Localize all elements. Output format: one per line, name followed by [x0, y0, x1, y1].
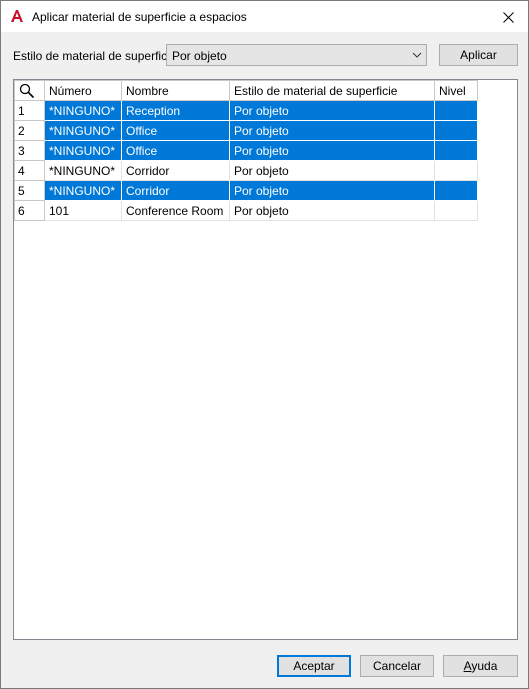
- cell-estilo[interactable]: Por objeto: [229, 160, 435, 181]
- cell-nombre[interactable]: Conference Room: [121, 200, 230, 221]
- cell-numero[interactable]: *NINGUNO*: [44, 140, 122, 161]
- cell-estilo[interactable]: Por objeto: [229, 180, 435, 201]
- ok-button[interactable]: Aceptar: [277, 655, 351, 677]
- surface-style-label: Estilo de material de superficie:: [13, 49, 180, 63]
- table-row[interactable]: 5 *NINGUNO* Corridor Por objeto: [14, 180, 478, 201]
- help-button-rest: yuda: [471, 659, 498, 673]
- cell-numero[interactable]: *NINGUNO*: [44, 120, 122, 141]
- cell-estilo[interactable]: Por objeto: [229, 140, 435, 161]
- cell-nombre[interactable]: Reception: [121, 100, 230, 121]
- row-index[interactable]: 4: [14, 160, 45, 181]
- help-button[interactable]: Ayuda: [443, 655, 518, 677]
- cell-nivel[interactable]: [434, 140, 478, 161]
- row-index[interactable]: 5: [14, 180, 45, 201]
- cell-estilo[interactable]: Por objeto: [229, 200, 435, 221]
- dialog-window: Aplicar material de superficie a espacio…: [0, 0, 529, 689]
- table-row[interactable]: 1 *NINGUNO* Reception Por objeto: [14, 100, 478, 121]
- cell-nombre[interactable]: Office: [121, 140, 230, 161]
- chevron-down-icon: [412, 52, 422, 58]
- row-index[interactable]: 3: [14, 140, 45, 161]
- window-title: Aplicar material de superficie a espacio…: [32, 10, 247, 24]
- cell-nivel[interactable]: [434, 180, 478, 201]
- close-icon: [502, 11, 514, 23]
- header-row: Número Nombre Estilo de material de supe…: [14, 80, 478, 101]
- cancel-button[interactable]: Cancelar: [360, 655, 434, 677]
- title-bar[interactable]: Aplicar material de superficie a espacio…: [1, 1, 528, 32]
- column-header-nombre[interactable]: Nombre: [121, 80, 230, 101]
- cell-nombre[interactable]: Corridor: [121, 180, 230, 201]
- spaces-grid: Número Nombre Estilo de material de supe…: [13, 79, 518, 640]
- cell-nivel[interactable]: [434, 160, 478, 181]
- cell-nivel[interactable]: [434, 120, 478, 141]
- search-header-button[interactable]: [14, 80, 45, 101]
- search-icon: [19, 83, 35, 98]
- column-header-nivel[interactable]: Nivel: [434, 80, 478, 101]
- row-index[interactable]: 6: [14, 200, 45, 221]
- table-row[interactable]: 4 *NINGUNO* Corridor Por objeto: [14, 160, 478, 181]
- column-header-estilo[interactable]: Estilo de material de superficie: [229, 80, 435, 101]
- autocad-a-icon: [11, 10, 23, 22]
- surface-style-dropdown[interactable]: Por objeto: [166, 44, 427, 66]
- cell-nivel[interactable]: [434, 200, 478, 221]
- table-row[interactable]: 2 *NINGUNO* Office Por objeto: [14, 120, 478, 141]
- cell-numero[interactable]: *NINGUNO*: [44, 160, 122, 181]
- cell-numero[interactable]: *NINGUNO*: [44, 100, 122, 121]
- table-row[interactable]: 6 101 Conference Room Por objeto: [14, 200, 478, 221]
- close-button[interactable]: [498, 7, 518, 27]
- table-row[interactable]: 3 *NINGUNO* Office Por objeto: [14, 140, 478, 161]
- row-index[interactable]: 2: [14, 120, 45, 141]
- apply-button[interactable]: Aplicar: [439, 44, 518, 66]
- cell-estilo[interactable]: Por objeto: [229, 120, 435, 141]
- cell-numero[interactable]: *NINGUNO*: [44, 180, 122, 201]
- surface-style-value: Por objeto: [172, 49, 227, 63]
- column-header-numero[interactable]: Número: [44, 80, 122, 101]
- cell-estilo[interactable]: Por objeto: [229, 100, 435, 121]
- cell-nombre[interactable]: Office: [121, 120, 230, 141]
- cell-nivel[interactable]: [434, 100, 478, 121]
- row-index[interactable]: 1: [14, 100, 45, 121]
- cell-nombre[interactable]: Corridor: [121, 160, 230, 181]
- cell-numero[interactable]: 101: [44, 200, 122, 221]
- spaces-table: Número Nombre Estilo de material de supe…: [14, 80, 478, 221]
